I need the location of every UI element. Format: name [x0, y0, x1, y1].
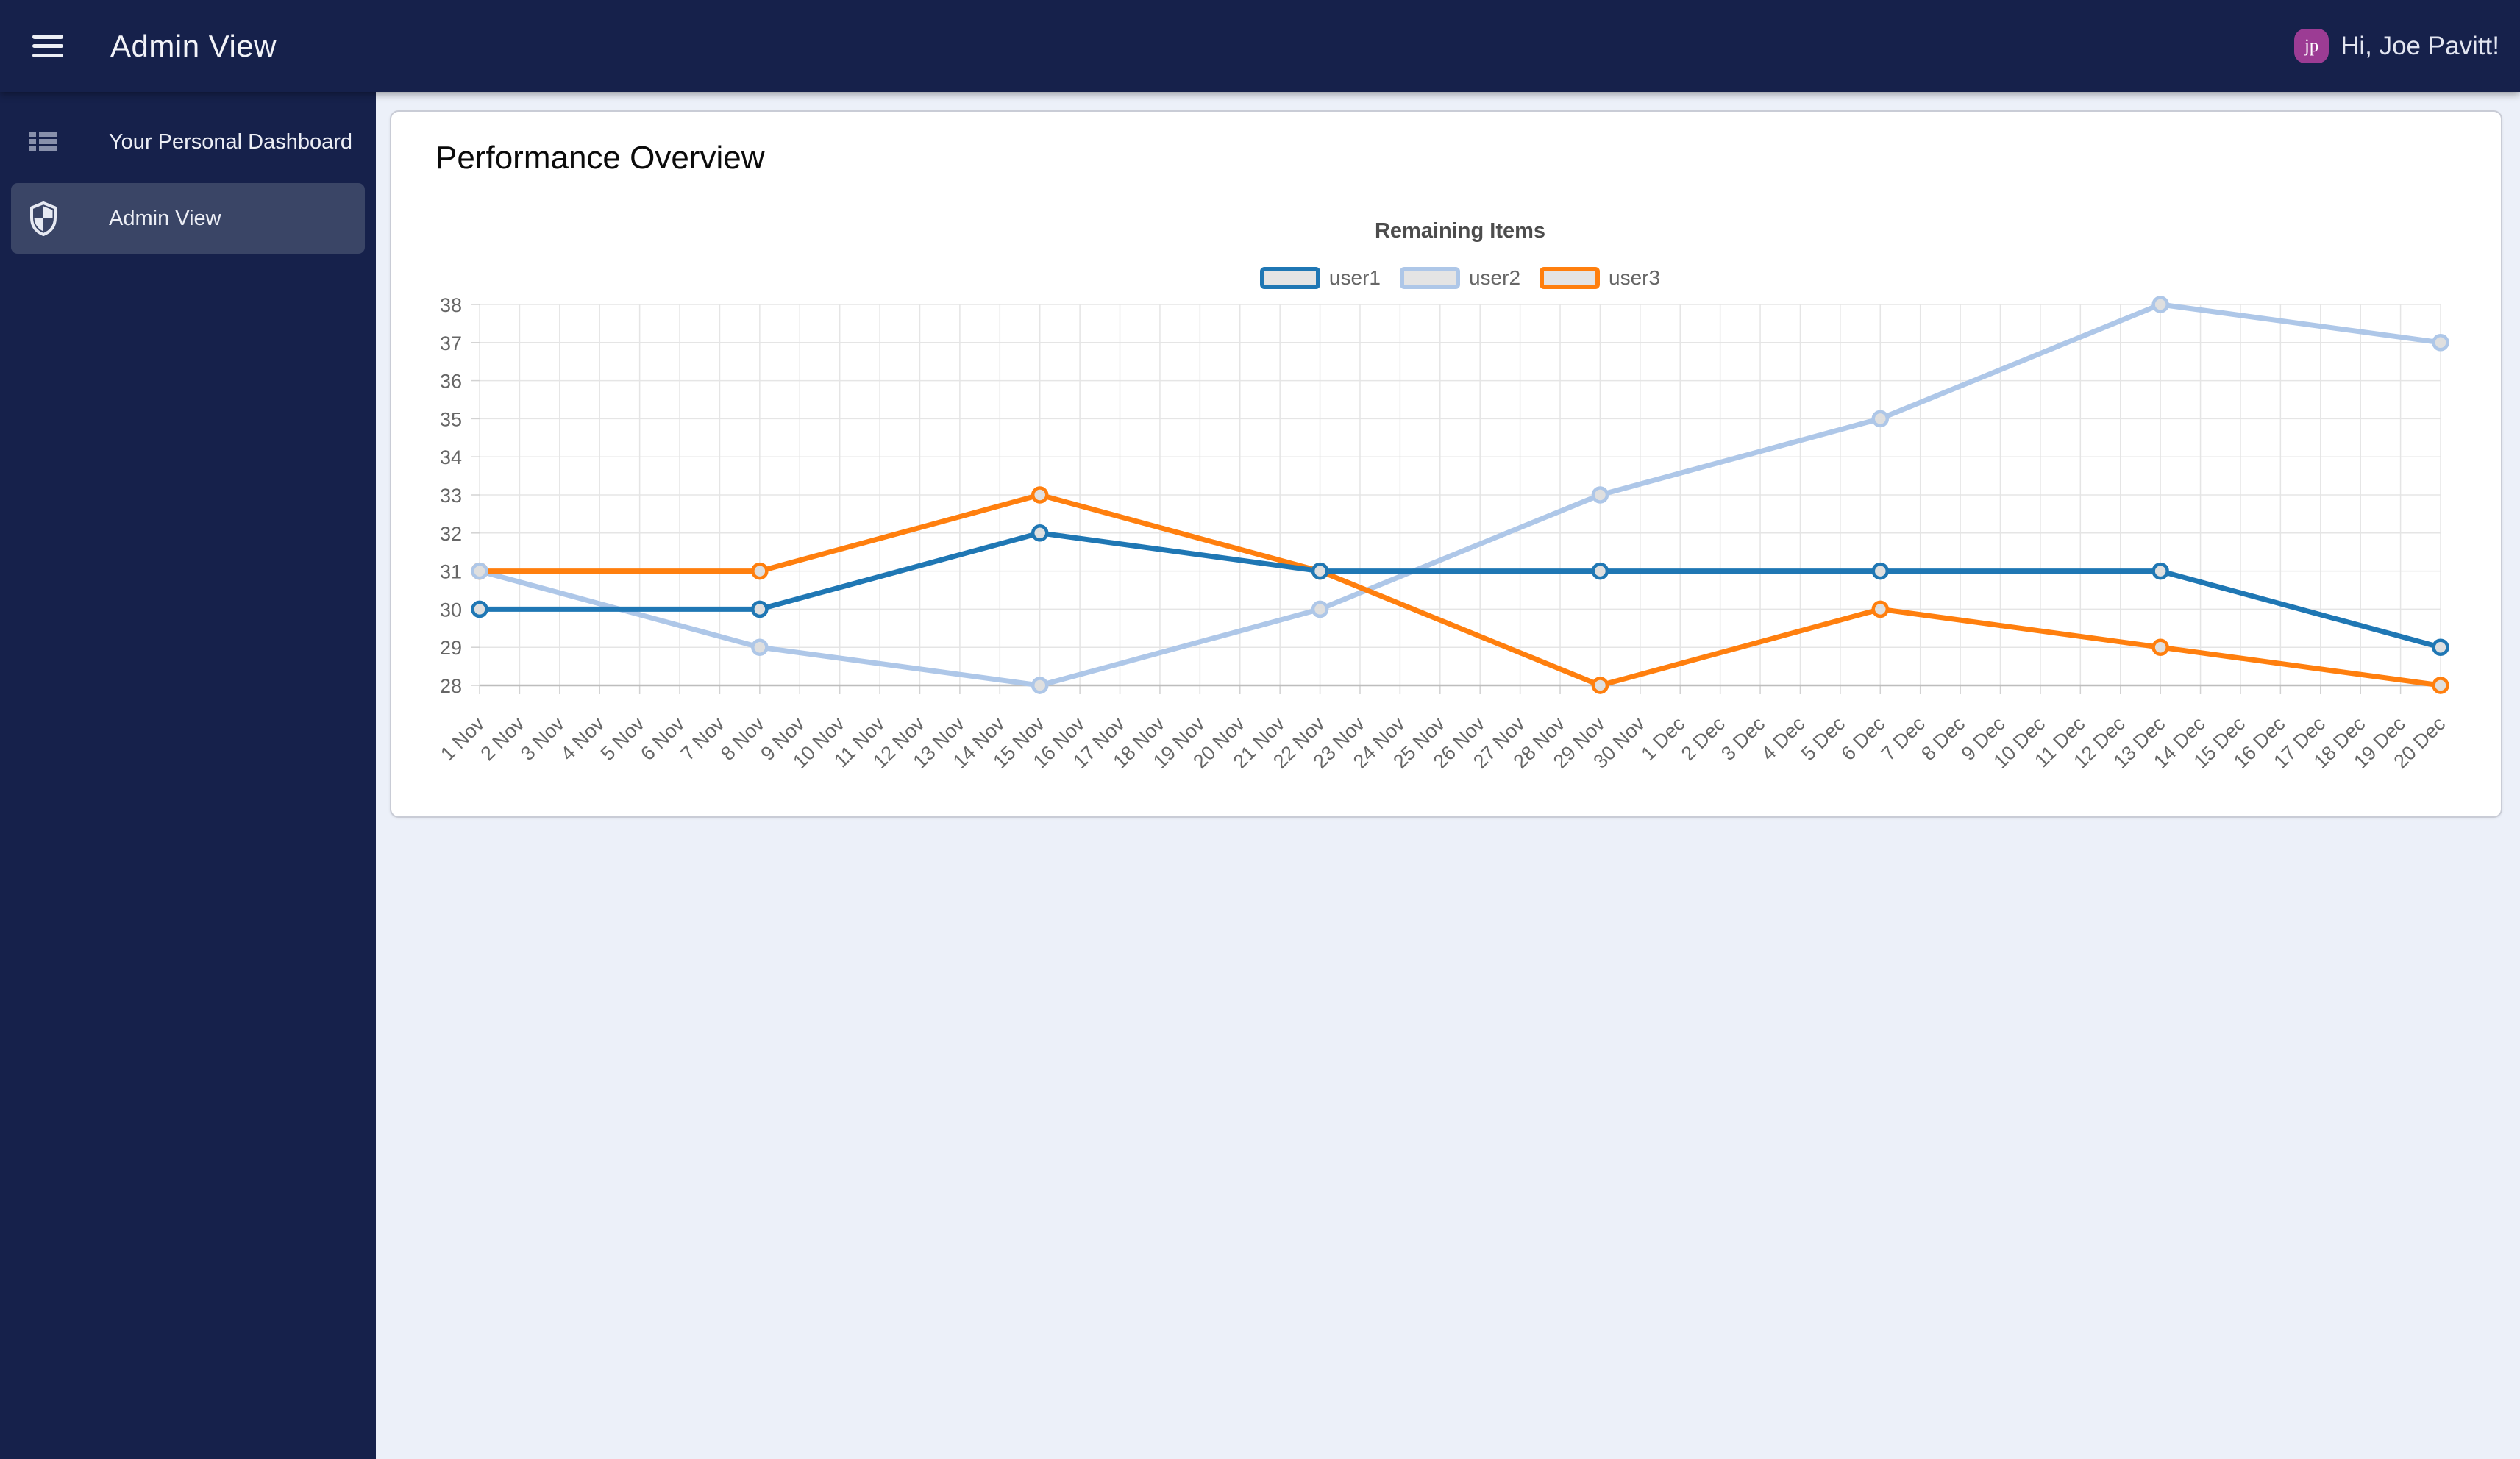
svg-text:36: 36 — [440, 371, 462, 393]
svg-text:4 Nov: 4 Nov — [556, 713, 608, 765]
user-greeting: Hi, Joe Pavitt! — [2341, 31, 2499, 60]
svg-text:8 Nov: 8 Nov — [716, 713, 769, 765]
performance-overview-card: Performance Overview Remaining Items use… — [390, 110, 2502, 818]
svg-text:32: 32 — [440, 523, 462, 545]
svg-text:3 Nov: 3 Nov — [516, 713, 569, 765]
svg-text:37: 37 — [440, 332, 462, 354]
app-screen: Admin View jp Hi, Joe Pavitt! Your Perso… — [0, 0, 2520, 1459]
sidebar-item-label: Your Personal Dashboard — [109, 129, 353, 154]
svg-text:8 Dec: 8 Dec — [1917, 713, 1969, 765]
page-title: Admin View — [110, 28, 277, 63]
shield-icon — [29, 201, 57, 236]
dashboard-list-icon — [29, 125, 57, 159]
svg-text:7 Nov: 7 Nov — [677, 713, 729, 765]
svg-text:2 Dec: 2 Dec — [1677, 713, 1729, 765]
svg-text:5 Dec: 5 Dec — [1797, 713, 1849, 765]
svg-text:38: 38 — [440, 294, 462, 316]
svg-text:28: 28 — [440, 675, 462, 697]
main-content: Performance Overview Remaining Items use… — [376, 92, 2520, 1459]
sidebar: Your Personal Dashboard Admin View — [0, 92, 376, 1459]
svg-text:30: 30 — [440, 599, 462, 621]
svg-text:6 Nov: 6 Nov — [636, 713, 688, 765]
hamburger-menu-icon[interactable] — [32, 35, 63, 57]
svg-text:35: 35 — [440, 408, 462, 430]
sidebar-item-admin-view[interactable]: Admin View — [11, 183, 365, 254]
avatar[interactable]: jp — [2294, 29, 2329, 63]
user-area: jp Hi, Joe Pavitt! — [2294, 29, 2499, 63]
svg-text:31: 31 — [440, 561, 462, 583]
svg-text:2 Nov: 2 Nov — [477, 713, 529, 765]
sidebar-item-label: Admin View — [109, 206, 221, 230]
svg-text:33: 33 — [440, 485, 462, 507]
sidebar-item-personal-dashboard[interactable]: Your Personal Dashboard — [11, 107, 365, 177]
svg-text:29: 29 — [440, 637, 462, 659]
svg-text:7 Dec: 7 Dec — [1877, 713, 1929, 765]
svg-text:5 Nov: 5 Nov — [597, 713, 649, 765]
svg-text:3 Dec: 3 Dec — [1717, 713, 1769, 765]
line-chart-canvas[interactable]: 1 Nov2 Nov3 Nov4 Nov5 Nov6 Nov7 Nov8 Nov… — [391, 112, 2504, 816]
svg-text:34: 34 — [440, 446, 462, 468]
svg-text:1 Dec: 1 Dec — [1637, 713, 1689, 765]
svg-text:1 Nov: 1 Nov — [436, 713, 488, 765]
svg-text:6 Dec: 6 Dec — [1837, 713, 1889, 765]
svg-text:4 Dec: 4 Dec — [1757, 713, 1809, 765]
top-navbar: Admin View jp Hi, Joe Pavitt! — [0, 0, 2520, 92]
